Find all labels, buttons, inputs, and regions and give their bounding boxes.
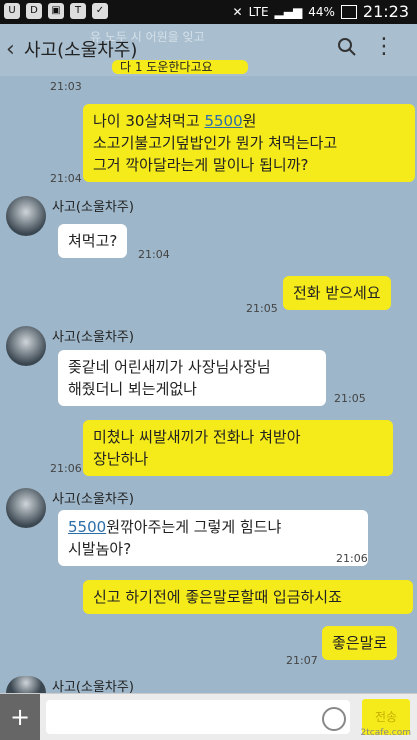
back-icon[interactable]: ‹ bbox=[6, 37, 15, 62]
message-bubble-partial: 다 1 도운한다고요 bbox=[112, 60, 248, 74]
message-time: 21:04 bbox=[138, 248, 170, 261]
battery-label: 44% bbox=[308, 5, 335, 19]
avatar[interactable] bbox=[6, 676, 46, 693]
message-bubble-mine: 나이 30살쳐먹고 5500원 소고기불고기덮밥인가 뭔가 쳐먹는다고 그거 깍… bbox=[83, 104, 415, 182]
clock: 21:23 bbox=[362, 2, 409, 21]
plus-button[interactable]: + bbox=[0, 694, 40, 740]
message-time: 21:05 bbox=[334, 392, 366, 405]
sender-name: 사고(소울차주) bbox=[52, 330, 134, 345]
message-bubble-mine: 전화 받으세요 bbox=[283, 276, 391, 310]
check-icon: ✓ bbox=[92, 3, 108, 19]
message-bubble-mine: 미쳤나 씨발새끼가 전화나 쳐받아 장난하나 bbox=[83, 420, 393, 476]
search-icon[interactable] bbox=[337, 37, 357, 57]
phone-link[interactable]: 5500 bbox=[68, 518, 106, 536]
message-time: 21:05 bbox=[246, 302, 278, 315]
phone-link[interactable]: 5500 bbox=[204, 112, 242, 130]
message-bubble-mine: 신고 하기전에 좋은말로할때 입금하시죠 bbox=[83, 580, 413, 614]
emoji-icon[interactable] bbox=[322, 707, 346, 731]
battery-icon bbox=[340, 5, 357, 19]
message-bubble-theirs: 좆같네 어린새끼가 사장님사장님 해줬더니 뵈는게없나 bbox=[58, 350, 326, 406]
avatar[interactable] bbox=[6, 326, 46, 366]
avatar[interactable] bbox=[6, 488, 46, 528]
status-icons: U D ▣ T ✓ bbox=[4, 3, 108, 19]
input-bar: + 전송 bbox=[0, 693, 417, 740]
signal-icon: ▂▄▆ bbox=[274, 5, 303, 19]
document-icon: D bbox=[26, 3, 42, 19]
status-right: ✕ LTE ▂▄▆ 44% 21:23 bbox=[233, 3, 409, 21]
watermark: 2tcafe.com bbox=[360, 728, 411, 738]
sender-name: 사고(소울차주) bbox=[52, 492, 134, 507]
image-icon: ▣ bbox=[48, 3, 64, 19]
message-bubble-theirs: 쳐먹고? bbox=[58, 224, 128, 258]
talk-icon: T bbox=[70, 3, 86, 19]
message-time: 21:06 bbox=[336, 552, 368, 565]
mute-icon: ✕ bbox=[232, 5, 243, 19]
network-label: LTE bbox=[248, 5, 269, 19]
more-icon[interactable]: ⋮ bbox=[373, 34, 395, 59]
chat-title: 사고(소울차주) bbox=[24, 40, 138, 61]
message-time: 21:04 bbox=[50, 172, 82, 185]
status-bar: U D ▣ T ✓ ✕ LTE ▂▄▆ 44% 21:23 bbox=[0, 0, 417, 24]
avatar[interactable] bbox=[6, 196, 46, 236]
message-bubble-theirs: 5500원깎아주는게 그렇게 힘드냐 시발놈아? bbox=[58, 510, 368, 566]
message-input[interactable] bbox=[46, 700, 350, 734]
app-icon: U bbox=[4, 3, 20, 19]
sender-name: 사고(소울차주) bbox=[52, 200, 134, 215]
message-time: 21:06 bbox=[50, 462, 82, 475]
message-bubble-mine: 좋은말로 bbox=[322, 626, 398, 660]
message-time: 21:03 bbox=[50, 80, 82, 93]
message-time: 21:07 bbox=[286, 654, 318, 667]
